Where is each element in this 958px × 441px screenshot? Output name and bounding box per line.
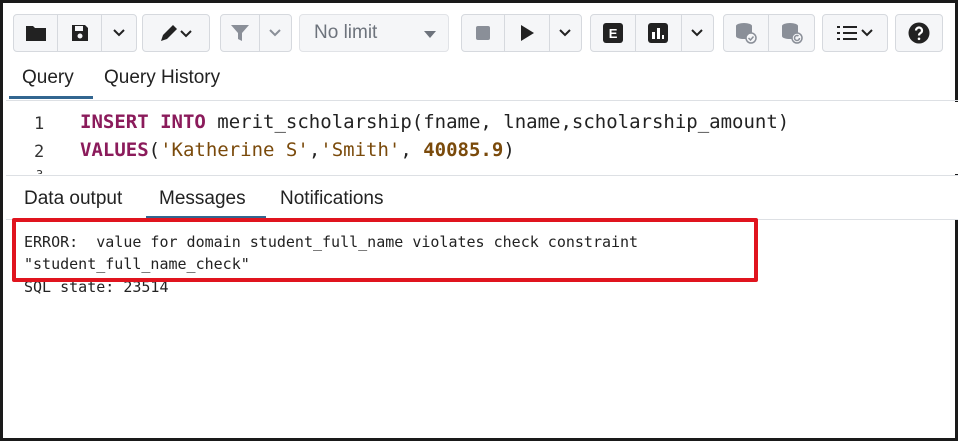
play-icon — [520, 25, 534, 41]
line-number: 3 — [36, 168, 43, 174]
save-options-button[interactable] — [102, 15, 136, 51]
tab-query[interactable]: Query — [22, 67, 74, 89]
sql-number: 40085.9 — [423, 139, 504, 161]
macros-button-group — [822, 14, 888, 52]
chevron-down-icon — [113, 29, 125, 37]
chart-icon — [648, 23, 669, 43]
database-rollback-icon — [781, 23, 803, 44]
execute-button[interactable] — [505, 15, 550, 51]
line-number: 1 — [34, 114, 45, 134]
toolbar: No limit E — [9, 11, 949, 53]
transaction-button-group — [723, 14, 815, 52]
folder-icon — [25, 26, 46, 41]
caret-down-icon — [424, 31, 436, 38]
tab-messages[interactable]: Messages — [159, 188, 246, 210]
open-file-button[interactable] — [14, 15, 58, 51]
sql-keyword: INTO — [160, 111, 206, 133]
chevron-down-icon — [559, 29, 571, 37]
sql-keyword: INSERT — [80, 111, 149, 133]
explain-options-button[interactable] — [682, 15, 713, 51]
rollback-button[interactable] — [769, 15, 814, 51]
list-icon — [837, 26, 873, 40]
explain-button-group: E — [590, 14, 714, 52]
stop-button[interactable] — [462, 15, 506, 51]
pencil-icon — [161, 25, 192, 41]
query-tool-window: No limit E Query Query History 1 INSERT … — [0, 0, 958, 441]
database-commit-icon — [736, 23, 757, 44]
query-tab-bar: Query Query History — [6, 55, 958, 101]
execute-options-button[interactable] — [550, 15, 581, 51]
filter-button[interactable] — [221, 15, 260, 51]
editor-line: 1 INSERT INTO merit_scholarship(fname, l… — [6, 110, 958, 138]
filter-icon — [230, 25, 249, 41]
file-button-group — [13, 14, 137, 52]
chevron-down-icon — [269, 29, 282, 37]
help-icon — [908, 22, 930, 44]
sql-punct: , — [400, 139, 424, 161]
sql-string: 'Katherine S' — [160, 139, 309, 161]
sql-string: 'Smith' — [320, 139, 401, 161]
help-button-group — [895, 14, 943, 52]
active-tab-indicator — [9, 96, 93, 99]
sql-text: merit_scholarship(fname, lname,scholarsh… — [205, 111, 790, 133]
output-tab-bar: Data output Messages Notifications — [6, 175, 958, 220]
help-button[interactable] — [896, 15, 942, 51]
tab-data-output[interactable]: Data output — [24, 188, 122, 210]
chevron-down-icon — [691, 29, 703, 37]
explain-icon: E — [603, 23, 624, 43]
code-line: INSERT INTO merit_scholarship(fname, lna… — [80, 111, 789, 133]
sql-punct: , — [308, 139, 321, 161]
explain-analyze-button[interactable] — [636, 15, 682, 51]
code-line: VALUES('Katherine S','Smith', 40085.9) — [80, 139, 515, 161]
execute-button-group — [461, 14, 582, 52]
filter-button-group — [220, 14, 292, 52]
tab-query-history[interactable]: Query History — [104, 67, 220, 89]
tab-notifications[interactable]: Notifications — [280, 188, 384, 210]
filter-options-button[interactable] — [260, 15, 291, 51]
line-number: 2 — [34, 142, 45, 162]
sql-keyword: VALUES — [80, 139, 149, 161]
stop-icon — [476, 26, 491, 40]
error-highlight-box — [12, 218, 758, 282]
explain-button[interactable]: E — [591, 15, 637, 51]
save-button[interactable] — [58, 15, 102, 51]
row-limit-value: No limit — [314, 22, 378, 43]
macros-button[interactable] — [823, 15, 887, 51]
commit-button[interactable] — [724, 15, 770, 51]
sql-editor[interactable]: 1 INSERT INTO merit_scholarship(fname, l… — [6, 102, 958, 174]
editor-line: 2 VALUES('Katherine S','Smith', 40085.9) — [6, 138, 958, 166]
sql-punct: ( — [148, 139, 161, 161]
edit-button-group — [142, 14, 210, 52]
edit-button[interactable] — [143, 15, 209, 51]
row-limit-select[interactable]: No limit — [299, 14, 449, 52]
save-icon — [71, 25, 88, 41]
sql-punct: ) — [503, 139, 515, 161]
